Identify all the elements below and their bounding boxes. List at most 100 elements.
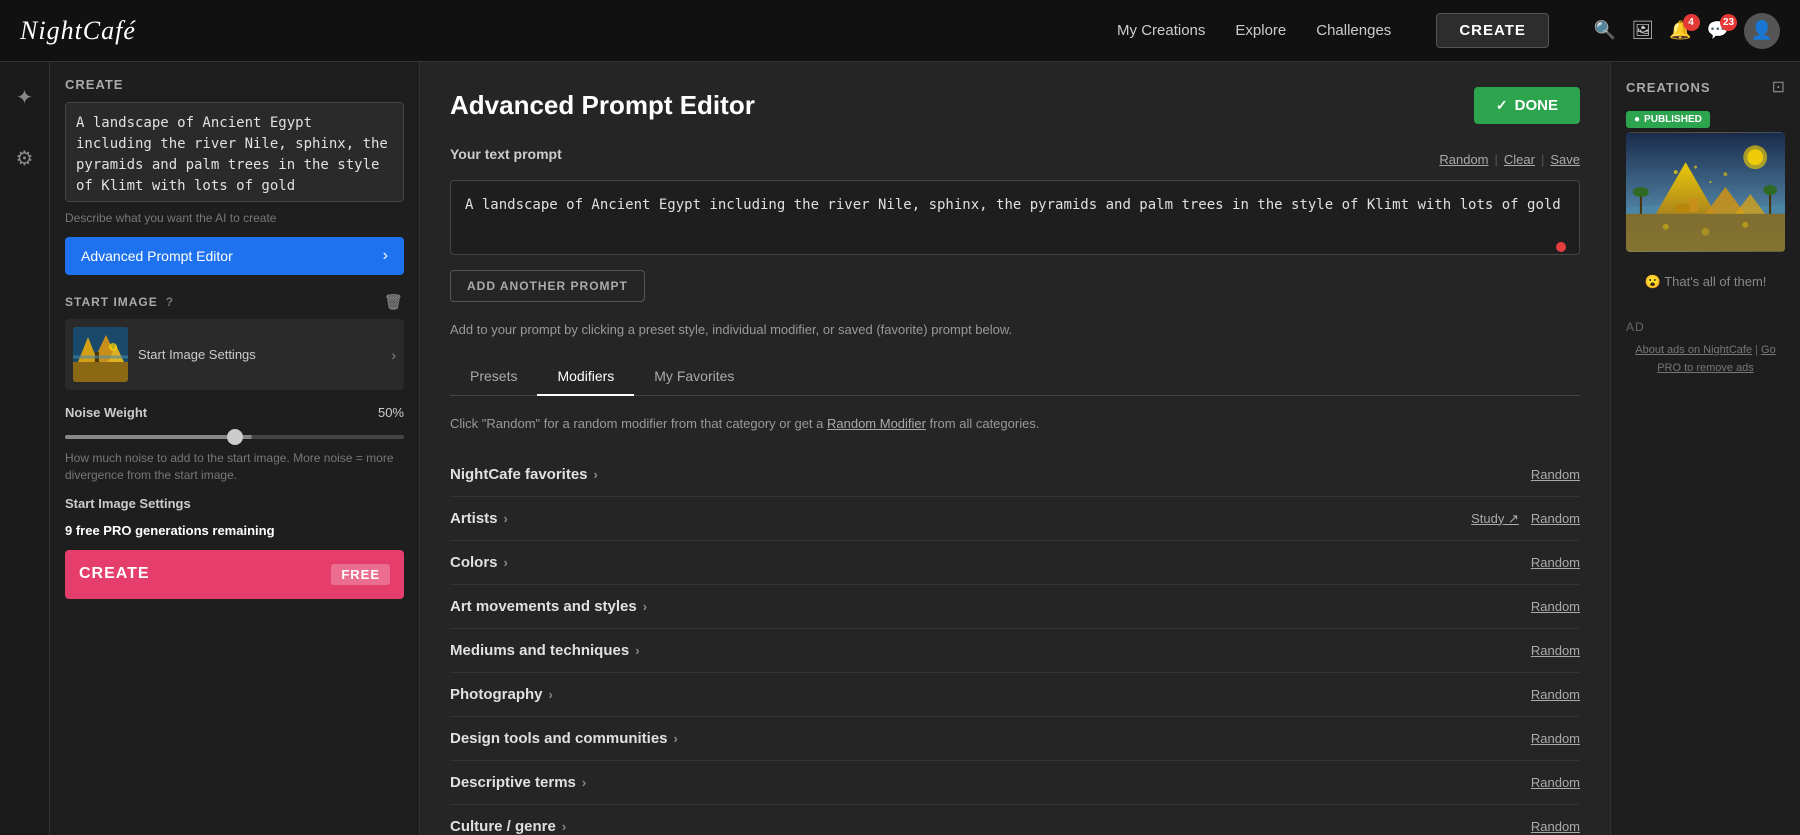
modifier-row-actions: Random [1531,775,1580,790]
noise-slider-wrap [65,426,404,442]
all-of-them-text: 😮 That's all of them! [1626,264,1785,300]
random-modifier-link[interactable]: Random [1531,467,1580,482]
modifier-row-actions: Random [1531,819,1580,834]
random-modifier-link[interactable]: Random [1531,731,1580,746]
random-modifier-link[interactable]: Random [1531,687,1580,702]
left-panel: CREATE A landscape of Ancient Egypt incl… [50,62,420,835]
check-icon: ✓ [1496,97,1508,114]
settings-icon-btn[interactable]: ⚙ [8,138,42,179]
modifier-row-actions: Random [1531,467,1580,482]
expand-icon[interactable]: ⊡ [1772,77,1785,97]
done-label: DONE [1515,97,1558,114]
random-modifier-link[interactable]: Random [1531,775,1580,790]
start-image-label: Start Image Settings [138,347,381,362]
noise-weight-slider[interactable] [65,435,404,439]
creations-title: CREATIONS [1626,80,1711,95]
create-free-button[interactable]: CREATE FREE [65,550,404,599]
clear-link[interactable]: Clear [1504,152,1535,167]
nav-challenges[interactable]: Challenges [1316,22,1391,39]
modifier-row[interactable]: Art movements and styles › Random [450,585,1580,629]
left-icon-bar: ✦ ⚙ [0,62,50,835]
free-tag-label: FREE [331,564,390,585]
modifier-chevron-icon: › [582,775,586,790]
user-avatar[interactable]: 👤 [1744,13,1780,49]
modifier-chevron-icon: › [504,555,508,570]
image-icon[interactable]: 🖼 [1631,20,1654,41]
random-modifier-link[interactable]: Random [1531,555,1580,570]
modifier-chevron-icon: › [504,511,508,526]
modifier-row-actions: Random [1531,555,1580,570]
modifier-row-actions: Study ↗ Random [1471,511,1580,527]
start-image-section-label: START IMAGE ? 🗑 [65,293,404,311]
random-hint-text: Click "Random" for a random modifier fro… [450,414,1580,434]
noise-weight-value: 50% [378,405,404,420]
modifier-row[interactable]: Descriptive terms › Random [450,761,1580,805]
modifier-name: NightCafe favorites › [450,466,598,483]
save-link[interactable]: Save [1550,152,1580,167]
help-icon[interactable]: ? [166,295,174,309]
noise-weight-label: Noise Weight [65,405,147,420]
modifier-row-actions: Random [1531,643,1580,658]
recording-indicator [1556,242,1566,252]
create-icon-btn[interactable]: ✦ [8,77,41,118]
search-icon[interactable]: 🔍 [1594,20,1616,41]
main-textarea-wrapper: A landscape of Ancient Egypt including t… [450,180,1580,270]
published-label: PUBLISHED [1644,114,1702,125]
modifier-row-actions: Random [1531,599,1580,614]
nav-explore[interactable]: Explore [1235,22,1286,39]
add-another-prompt-button[interactable]: ADD ANOTHER PROMPT [450,270,645,302]
creation-thumbnail[interactable] [1626,132,1785,252]
main-prompt-textarea[interactable]: A landscape of Ancient Egypt including t… [450,180,1580,255]
tab-modifiers[interactable]: Modifiers [537,358,634,396]
done-button[interactable]: ✓ DONE [1474,87,1580,124]
start-image-chevron-icon: › [391,347,396,363]
random-link[interactable]: Random [1439,152,1488,167]
modifier-row[interactable]: Photography › Random [450,673,1580,717]
tab-my-favorites[interactable]: My Favorites [634,358,754,396]
published-badge: ● PUBLISHED [1626,111,1710,128]
prompt-section-title: Your text prompt [450,146,562,162]
modifier-row[interactable]: Design tools and communities › Random [450,717,1580,761]
right-panel: CREATIONS ⊡ ● PUBLISHED [1610,62,1800,835]
random-modifier-link[interactable]: Random [1531,511,1580,526]
modifier-row[interactable]: Artists › Study ↗ Random [450,497,1580,541]
modifier-chevron-icon: › [635,643,639,658]
modifier-row-actions: Random [1531,731,1580,746]
modifier-row[interactable]: Culture / genre › Random [450,805,1580,835]
modifier-name: Culture / genre › [450,818,566,835]
modifier-row[interactable]: Mediums and techniques › Random [450,629,1580,673]
about-ads-link[interactable]: About ads on NightCafe [1635,344,1752,356]
random-modifier-link[interactable]: Random Modifier [827,416,926,431]
nav-my-creations[interactable]: My Creations [1117,22,1205,39]
random-modifier-link[interactable]: Random [1531,819,1580,834]
tab-presets[interactable]: Presets [450,358,537,396]
modifier-name: Design tools and communities › [450,730,678,747]
notification-icon[interactable]: 🔔 4 [1669,20,1691,41]
messages-badge: 23 [1720,14,1737,31]
random-modifier-link[interactable]: Random [1531,643,1580,658]
top-navigation: NightCafé My Creations Explore Challenge… [0,0,1800,62]
study-link[interactable]: Study ↗ [1471,511,1519,527]
start-image-settings-title: Start Image Settings [65,496,404,511]
modifier-row[interactable]: NightCafe favorites › Random [450,453,1580,497]
start-image-settings-row[interactable]: Start Image Settings › [65,319,404,390]
notification-badge: 4 [1683,14,1700,31]
advanced-prompt-editor-button[interactable]: Advanced Prompt Editor › [65,237,404,275]
random-modifier-link[interactable]: Random [1531,599,1580,614]
app-logo[interactable]: NightCafé [20,16,136,46]
start-image-thumbnail [73,327,128,382]
modifier-row[interactable]: Colors › Random [450,541,1580,585]
advanced-btn-chevron-icon: › [383,247,388,265]
modifier-tabs: Presets Modifiers My Favorites [450,358,1580,396]
ad-label: AD [1626,320,1785,334]
modifier-name: Artists › [450,510,508,527]
trash-icon[interactable]: 🗑 [384,293,404,311]
prompt-textarea[interactable]: A landscape of Ancient Egypt including t… [65,102,404,202]
nav-create-button[interactable]: CREATE [1436,13,1549,48]
modifier-list: NightCafe favorites › Random Artists › S… [450,453,1580,835]
messages-icon[interactable]: 💬 23 [1707,20,1729,41]
modifier-chevron-icon: › [674,731,678,746]
noise-weight-row: Noise Weight 50% [65,405,404,420]
nav-links: My Creations Explore Challenges CREATE 🔍… [1117,13,1780,49]
all-of-them-emoji: 😮 [1645,274,1661,289]
